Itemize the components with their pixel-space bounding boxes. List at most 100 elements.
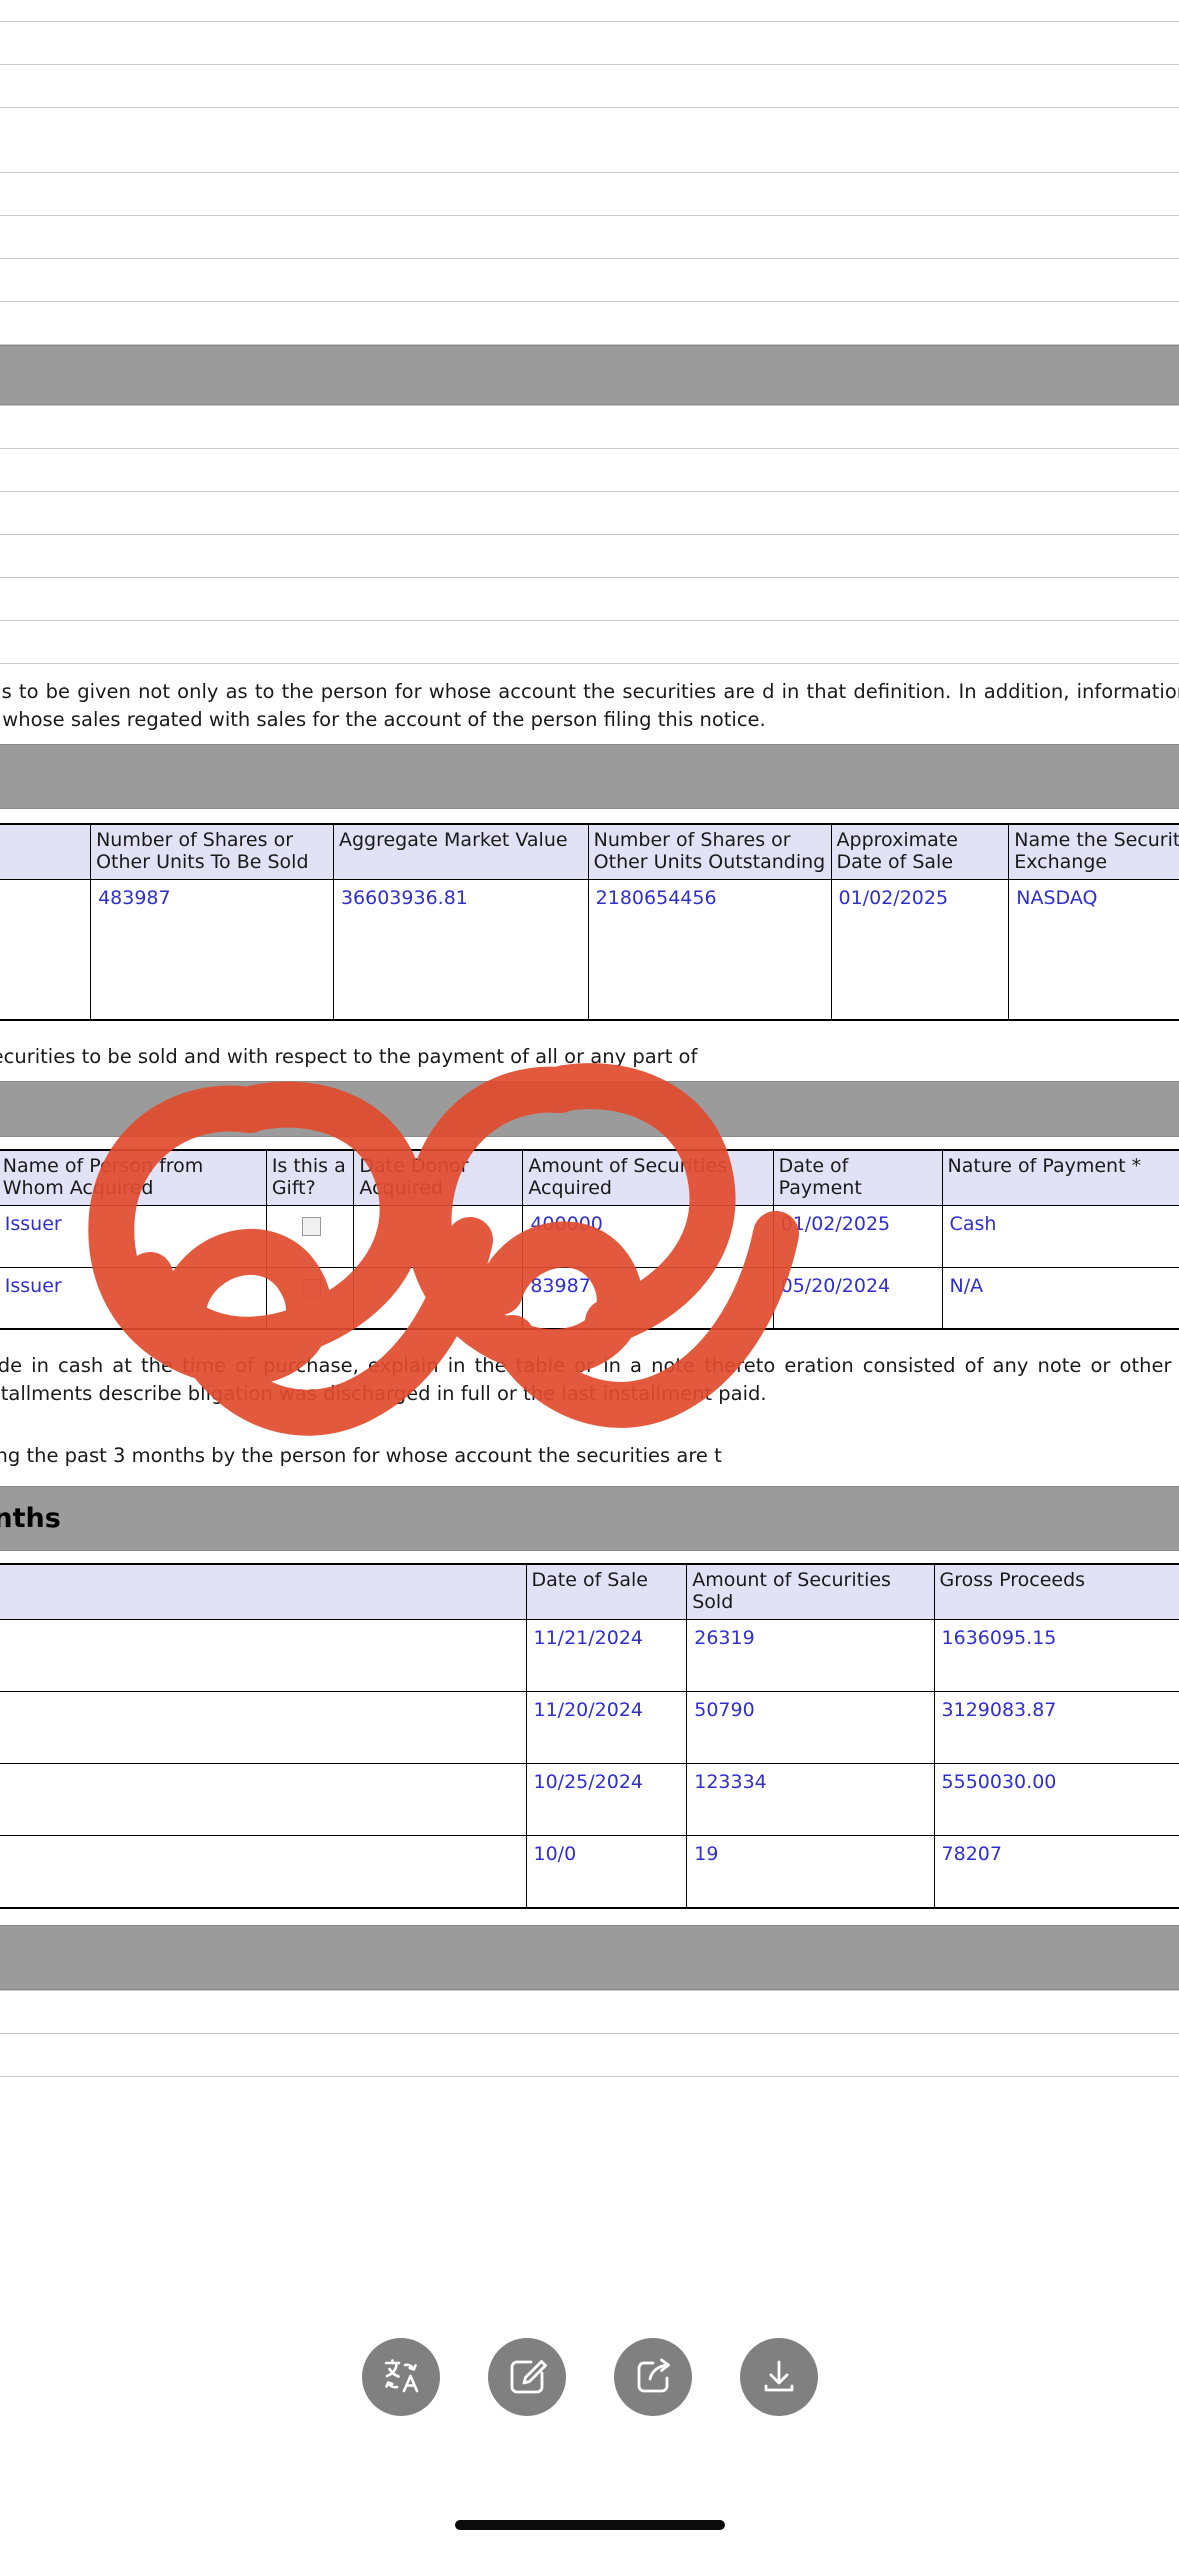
table-row: Common 10/25/2024 123334 5550030.00 [0, 1763, 1179, 1837]
instruction-paragraph-1: of Rule 144. Information is to be given … [0, 680, 1179, 731]
cell-proceeds: 5550030.00 [933, 1763, 1179, 1837]
table-row [0, 301, 1179, 345]
table-row [0, 215, 1179, 259]
cell-date-donor-acquired [353, 1204, 524, 1268]
table-row: k Units Issuer 83987 05/20/2024 N/A [0, 1266, 1179, 1330]
top-row-value-6 [0, 215, 1179, 259]
issuer-address-value: n Street, Floor 15 [0, 491, 1179, 535]
table-row: AYLOR [0, 620, 1179, 664]
cell-proceeds: 1636095.15 [933, 1619, 1179, 1693]
markup-button[interactable] [487, 2338, 566, 2416]
cell-date-of-payment: 01/02/2025 [772, 1204, 943, 1268]
col-date-of-sale: Approximate Date of Sale [830, 823, 1010, 880]
cell-broker: ey Smith Barney LLC ncial Services aza 1… [0, 878, 92, 1020]
table-row: k Issuer 400000 01/02/2025 Cash [0, 1204, 1179, 1268]
cell-date-of-payment: 05/20/2024 [772, 1266, 943, 1330]
issuer-form-table: echnologies Inc. 0 n Street, Floor 15 O … [0, 405, 1179, 664]
download-button[interactable] [739, 2338, 818, 2416]
cell-nature-of-payment: N/A [941, 1266, 1179, 1330]
gift-checkbox[interactable] [301, 1278, 321, 1298]
acquired-section-banner [0, 1080, 1179, 1137]
translate-icon [384, 2359, 418, 2393]
cell-title: Common [0, 1763, 527, 1837]
cell-amount-acquired: 83987 [522, 1266, 774, 1330]
cell-aggregate-market-value: 36603936.81 [332, 878, 589, 1020]
issuer-phone-value: 679 [0, 577, 1179, 621]
table-row: 023 [0, 0, 1179, 22]
cell-shares-to-be-sold: 483987 [90, 878, 334, 1020]
col-amount-securities-sold: Amount of Securities Sold [686, 1563, 935, 1621]
securities-section-banner: n [0, 744, 1179, 809]
cell-proceeds: 78207 [933, 1835, 1179, 1909]
cell-from-whom: Issuer [0, 1266, 267, 1330]
instruction-paragraph-4: ies of the issuer sold during the past 3… [0, 1444, 722, 1467]
cell-date: 10/0 [525, 1835, 688, 1909]
col-date-of-payment: Date of Payment [772, 1149, 943, 1206]
cell-amount: 123334 [686, 1763, 935, 1837]
col-is-gift: Is this a Gift? [265, 1149, 355, 1206]
cell-proceeds: 3129083.87 [933, 1691, 1179, 1765]
table-row [0, 172, 1179, 216]
past-3-months-banner: g The Past 3 Months [0, 1486, 1179, 1552]
cell-amount: 26319 [686, 1619, 935, 1693]
table-row [0, 2032, 1179, 2077]
top-row-value-5 [0, 172, 1179, 216]
col-from-whom: Name of Person from Whom Acquired [0, 1149, 267, 1206]
cell-date: 10/25/2024 [525, 1763, 688, 1837]
table-header-row: Title of Securities Sold Date of Sale Am… [0, 1563, 1179, 1621]
col-shares-outstanding: Number of Shares or Other Units Outstand… [587, 823, 832, 880]
cell-nature-of-payment: Cash [941, 1204, 1179, 1268]
col-title-of-securities-sold: Title of Securities Sold [0, 1563, 527, 1621]
download-icon [764, 2360, 793, 2392]
table-row [0, 258, 1179, 302]
top-form-table: 023 X TEST [0, 0, 1179, 345]
instruction-paragraph-3: ent therefor was not made in cash at the… [0, 1354, 1179, 1405]
col-broker: dress of the Broker [0, 823, 92, 880]
table-header-row: isition Name of Person from Whom Acquire… [0, 1149, 1179, 1206]
table-row: Common 11/21/2024 26319 1636095.15 [0, 1619, 1179, 1693]
table-row: echnologies Inc. [0, 405, 1179, 449]
top-row-value-4: TEST [0, 107, 1179, 173]
col-gross-proceeds: Gross Proceeds [933, 1563, 1179, 1621]
table-row: 679 [0, 577, 1179, 621]
top-row-value-7 [0, 258, 1179, 302]
securities-acquired-table: isition Name of Person from Whom Acquire… [0, 1148, 1179, 1330]
issuer-sec-value: 0 [0, 448, 1179, 492]
cell-date: 11/21/2024 [525, 1619, 688, 1693]
col-date-donor-acquired: Date Donor Acquired [353, 1149, 524, 1206]
col-aggregate-market-value: Aggregate Market Value [332, 823, 589, 880]
cell-is-gift [265, 1204, 355, 1268]
col-nature-of-payment: Nature of Payment * [941, 1149, 1179, 1206]
issuer-person-value: AYLOR [0, 620, 1179, 664]
issuer-city-value: O [0, 534, 1179, 578]
top-row-value-1 [0, 21, 1179, 65]
table-row [0, 1989, 1179, 2034]
issuer-name-value: echnologies Inc. [0, 405, 1179, 449]
cell-from-whom: Issuer [0, 1204, 267, 1268]
securities-sold-past-3-months-table: Title of Securities Sold Date of Sale Am… [0, 1563, 1179, 1909]
table-row: Common 10/0 19 78207 [0, 1835, 1179, 1909]
floating-action-bar[interactable] [0, 2338, 1179, 2416]
issuer-section-banner [0, 345, 1179, 405]
table-row: 0 [0, 448, 1179, 492]
cell-title: Common [0, 1835, 527, 1909]
translate-button[interactable] [361, 2338, 440, 2416]
share-icon [637, 2358, 670, 2393]
gift-checkbox[interactable] [301, 1216, 321, 1236]
table-row: X [0, 64, 1179, 108]
cell-is-gift [265, 1266, 355, 1330]
col-amount-acquired: Amount of Securities Acquired [522, 1149, 774, 1206]
document-scroll-content[interactable]: 023 X TEST [0, 0, 1179, 2077]
markup-icon [510, 2360, 547, 2394]
document-viewport[interactable]: 023 X TEST [0, 0, 1179, 2556]
cell-exchange: NASDAQ [1008, 878, 1179, 1020]
cell-title: Common [0, 1691, 527, 1765]
instruction-paragraph-2: o the acquisition of the securities to b… [0, 1044, 698, 1068]
cell-amount: 50790 [686, 1691, 935, 1765]
cell-amount-acquired: 400000 [522, 1204, 774, 1268]
table-row: TEST [0, 107, 1179, 173]
share-button[interactable] [613, 2338, 692, 2416]
table-row [0, 21, 1179, 65]
col-shares-to-be-sold: Number of Shares or Other Units To Be So… [90, 823, 334, 880]
cell-date-of-sale: 01/02/2025 [830, 878, 1010, 1020]
